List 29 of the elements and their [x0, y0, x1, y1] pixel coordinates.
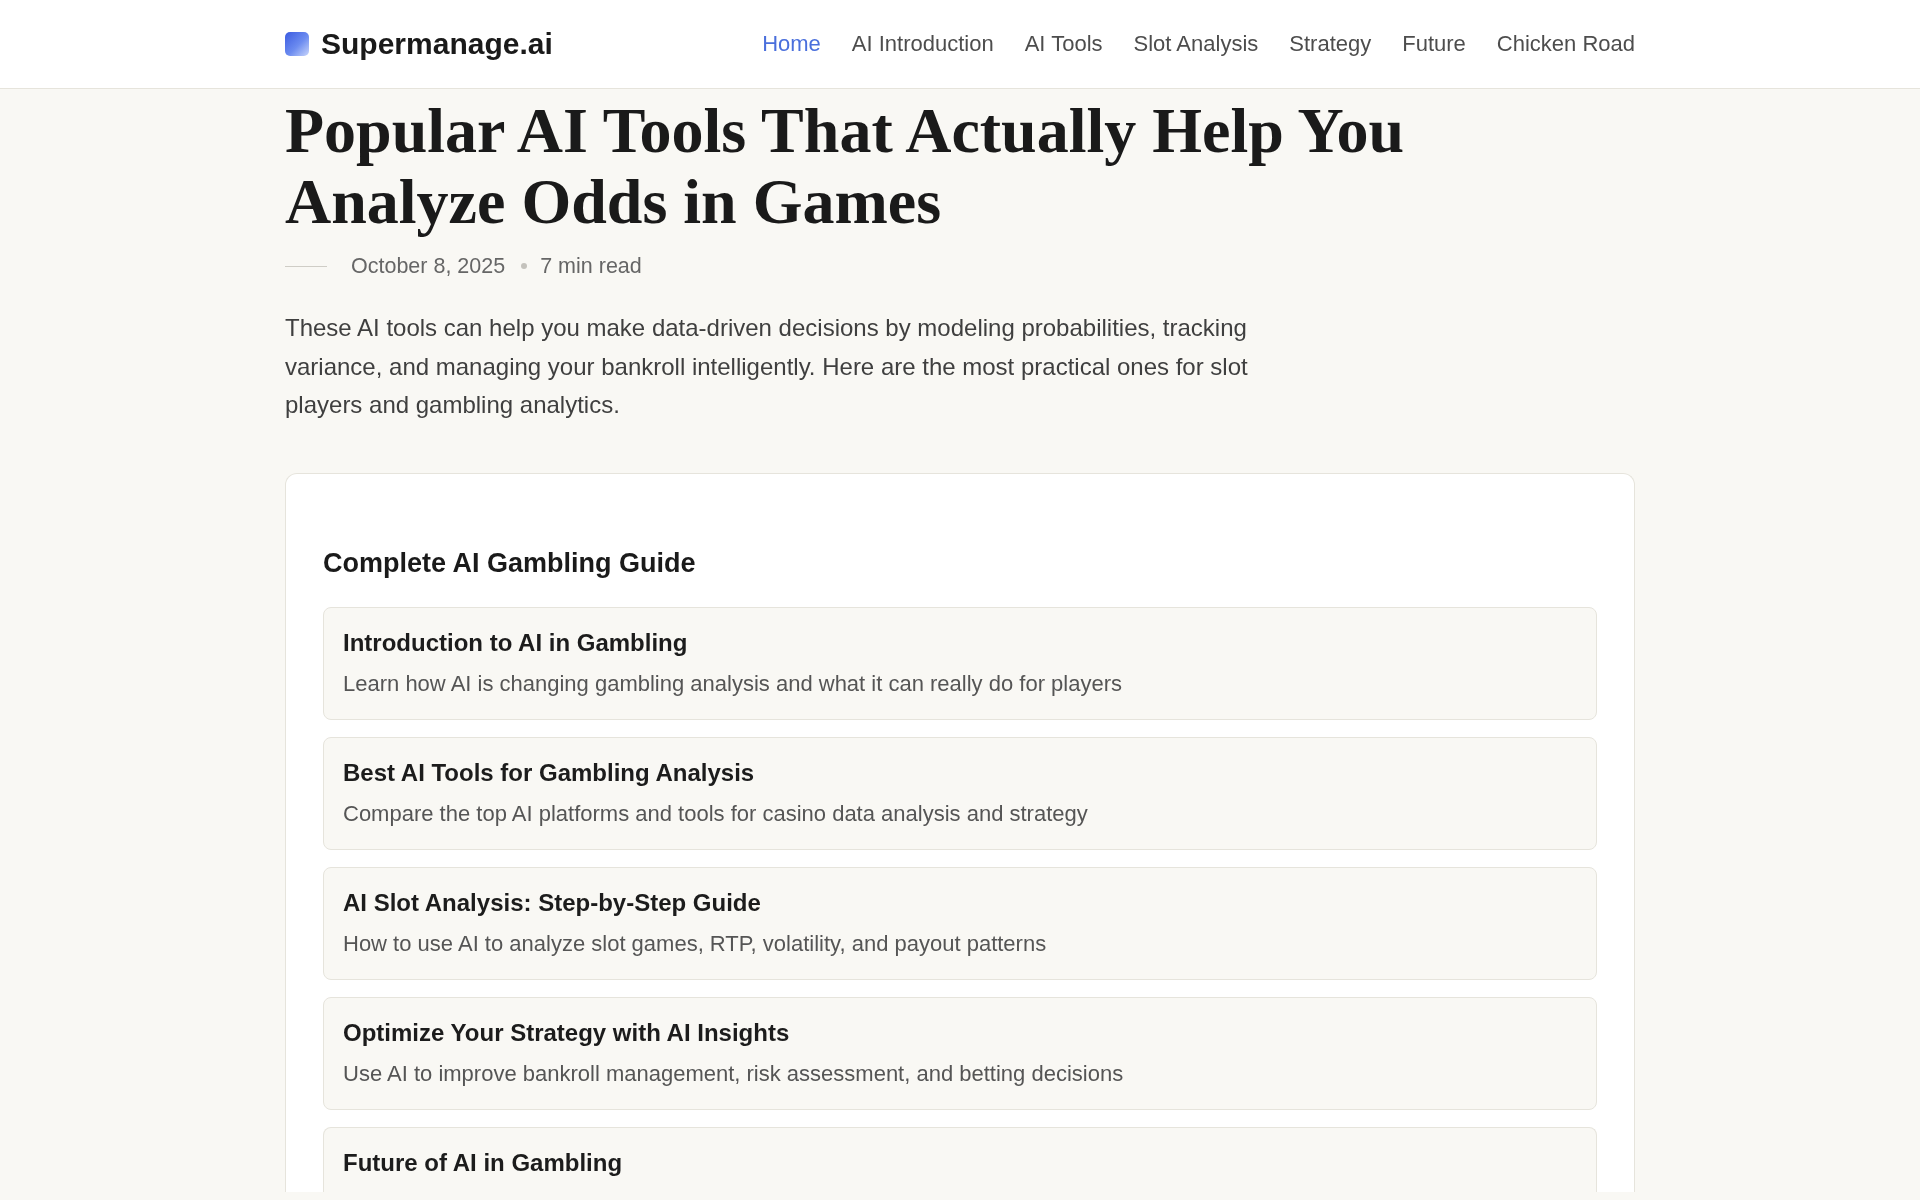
logo-icon[interactable] [285, 32, 309, 56]
site-logo-text[interactable]: Supermanage.ai [321, 27, 553, 61]
guide-item-title: AI Slot Analysis: Step-by-Step Guide [343, 887, 762, 918]
nav-link[interactable]: AI Introduction [851, 30, 994, 58]
guide-item-title: Best AI Tools for Gambling Analysis [343, 757, 756, 788]
guide-link-card[interactable]: Introduction to AI in Gambling Learn how AI is changing gambling analysis and what it can really do for players [323, 606, 1597, 720]
nav-link[interactable]: Strategy [1289, 30, 1372, 58]
guide-link-card[interactable]: Optimize Your Strategy with AI Insights Use AI to improve bankroll management, risk assessment, and betting decisions [323, 996, 1597, 1110]
guide-link-card[interactable]: Future of AI in Gambling [323, 1126, 1597, 1192]
nav-link[interactable]: Home [762, 30, 821, 58]
nav-link[interactable]: Slot Analysis [1133, 30, 1259, 58]
nav-link[interactable]: Chicken Road [1496, 30, 1635, 58]
nav-link[interactable]: AI Tools [1024, 30, 1103, 58]
intro-paragraph: These AI tools can help you make data-driven decisions by modeling probabilities, tracking variance, and managing your bankroll intelligently. Here are the most practical ones for slot players and gambling analytics. [285, 313, 1249, 421]
guide-item-description: Compare the top AI platforms and tools for casino data analysis and strategy [343, 799, 1089, 828]
article-title: Popular AI Tools That Actually Help You Analyze Odds in Games [285, 95, 1406, 237]
guide-item-title: Future of AI in Gambling [343, 1147, 624, 1178]
guide-link-card[interactable]: AI Slot Analysis: Step-by-Step Guide How to use AI to analyze slot games, RTP, volatility, and payout patterns [323, 866, 1597, 980]
guide-item-description: How to use AI to analyze slot games, RTP, volatility, and payout patterns [343, 929, 1048, 958]
guide-item-title: Introduction to AI in Gambling [343, 627, 689, 658]
dot-separator-icon [521, 263, 528, 269]
guide-item-title: Optimize Your Strategy with AI Insights [343, 1017, 791, 1048]
publish-date: October 8, 2025 [351, 253, 506, 279]
guide-link-card[interactable]: Best AI Tools for Gambling Analysis Compare the top AI platforms and tools for casino data analysis and strategy [323, 736, 1597, 850]
guide-item-description: Use AI to improve bankroll management, risk assessment, and betting decisions [343, 1059, 1125, 1088]
read-time: 7 min read [540, 253, 642, 279]
guide-item-description: Learn how AI is changing gambling analysis and what it can really do for players [343, 669, 1123, 698]
guide-heading: Complete AI Gambling Guide [323, 546, 697, 580]
nav-link[interactable]: Future [1402, 30, 1466, 58]
